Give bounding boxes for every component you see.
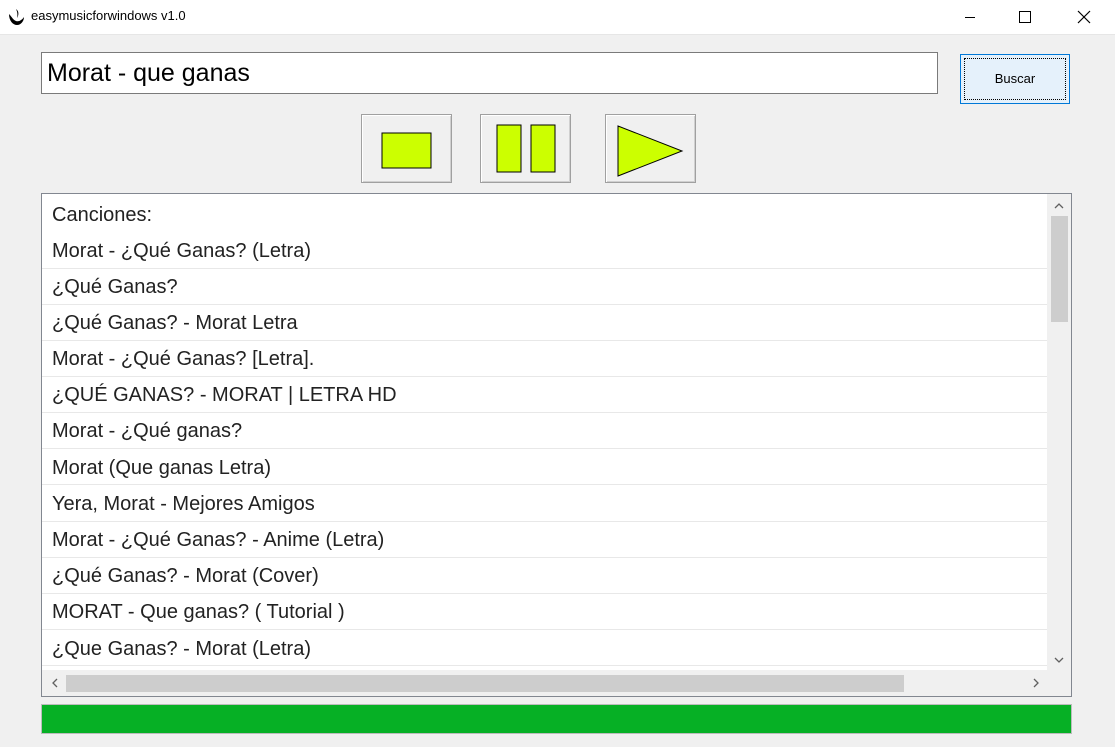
horizontal-scrollbar[interactable] — [42, 670, 1047, 696]
pause-button[interactable] — [480, 114, 571, 183]
scroll-right-arrow-icon[interactable] — [1025, 670, 1047, 696]
list-item[interactable]: MORAT - Que ganas? ( Tutorial ) — [52, 594, 345, 630]
stop-button[interactable] — [361, 114, 452, 183]
close-icon — [1077, 10, 1091, 24]
scroll-up-arrow-icon[interactable] — [1047, 196, 1071, 216]
focus-ring — [964, 58, 1066, 100]
list-item[interactable]: Morat - ¿Qué ganas? — [52, 413, 242, 449]
progress-fill — [42, 705, 1071, 733]
list-item[interactable]: ¿Que Ganas? - Morat (Letra) — [52, 631, 311, 667]
list-item[interactable]: Yera, Morat - Mejores Amigos — [52, 486, 315, 522]
list-item[interactable]: ¿Qué Ganas? - Morat Letra — [52, 305, 298, 341]
scrollbar-corner — [1047, 670, 1071, 696]
search-input[interactable]: Morat - que ganas — [41, 52, 938, 94]
song-list: Canciones: Morat - ¿Qué Ganas? (Letra) ¿… — [42, 194, 1047, 670]
list-item[interactable]: Morat (Que ganas Letra) — [52, 450, 271, 486]
play-icon — [617, 125, 684, 177]
maximize-button[interactable] — [1002, 0, 1048, 34]
vertical-scrollbar[interactable] — [1047, 194, 1071, 670]
progress-bar — [41, 704, 1072, 734]
list-item[interactable]: Morat - ¿Qué Ganas? [Letra]. — [52, 341, 314, 377]
play-button[interactable] — [605, 114, 696, 183]
list-item[interactable]: ¿Qué Ganas? — [52, 269, 178, 305]
app-logo-icon — [7, 8, 25, 26]
list-item[interactable]: ¿Qué Ganas? - Morat (Cover) — [52, 558, 319, 594]
list-item[interactable]: Morat - ¿Qué Ganas? (Letra) — [52, 233, 311, 269]
scroll-down-arrow-icon[interactable] — [1047, 650, 1071, 670]
close-button[interactable] — [1061, 0, 1107, 34]
stop-icon — [381, 132, 432, 169]
minimize-button[interactable] — [947, 0, 993, 34]
minimize-icon — [965, 17, 975, 18]
list-item[interactable]: Morat - ¿Qué Ganas? - Anime (Letra) — [52, 522, 384, 558]
title-bar: easymusicforwindows v1.0 — [0, 0, 1115, 35]
list-header: Canciones: — [52, 204, 153, 226]
window-title: easymusicforwindows v1.0 — [31, 8, 186, 23]
search-button[interactable]: Buscar — [960, 54, 1070, 104]
pause-icon — [496, 124, 556, 173]
horizontal-scroll-thumb[interactable] — [66, 675, 904, 692]
vertical-scroll-thumb[interactable] — [1051, 216, 1068, 322]
song-listbox[interactable]: Canciones: Morat - ¿Qué Ganas? (Letra) ¿… — [41, 193, 1072, 697]
maximize-icon — [1019, 11, 1031, 23]
list-item[interactable]: ¿QUÉ GANAS? - MORAT | LETRA HD — [52, 377, 397, 413]
scroll-left-arrow-icon[interactable] — [44, 670, 66, 696]
